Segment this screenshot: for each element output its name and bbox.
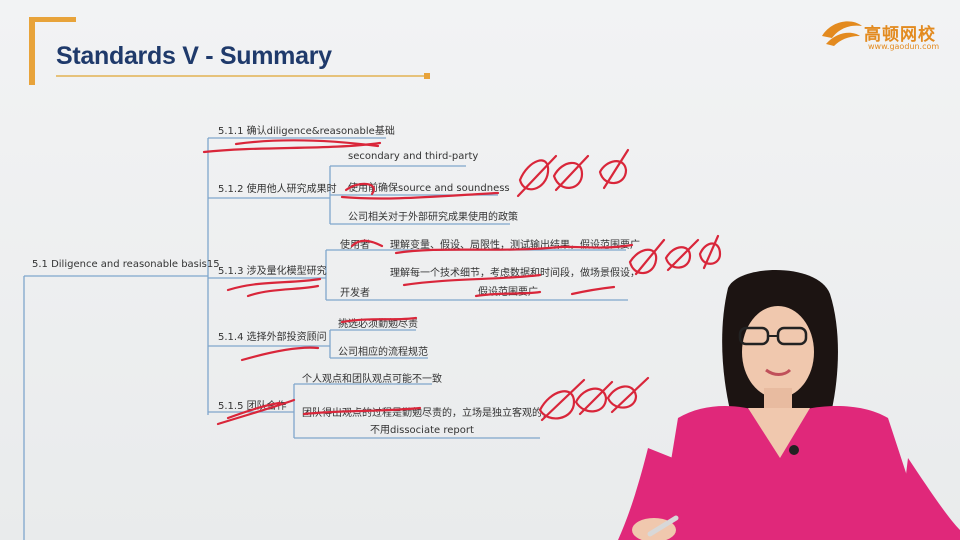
slide: Standards V - Summary 高顿网校 www.gaodun.co… [0,0,960,540]
presenter-image [618,269,960,540]
